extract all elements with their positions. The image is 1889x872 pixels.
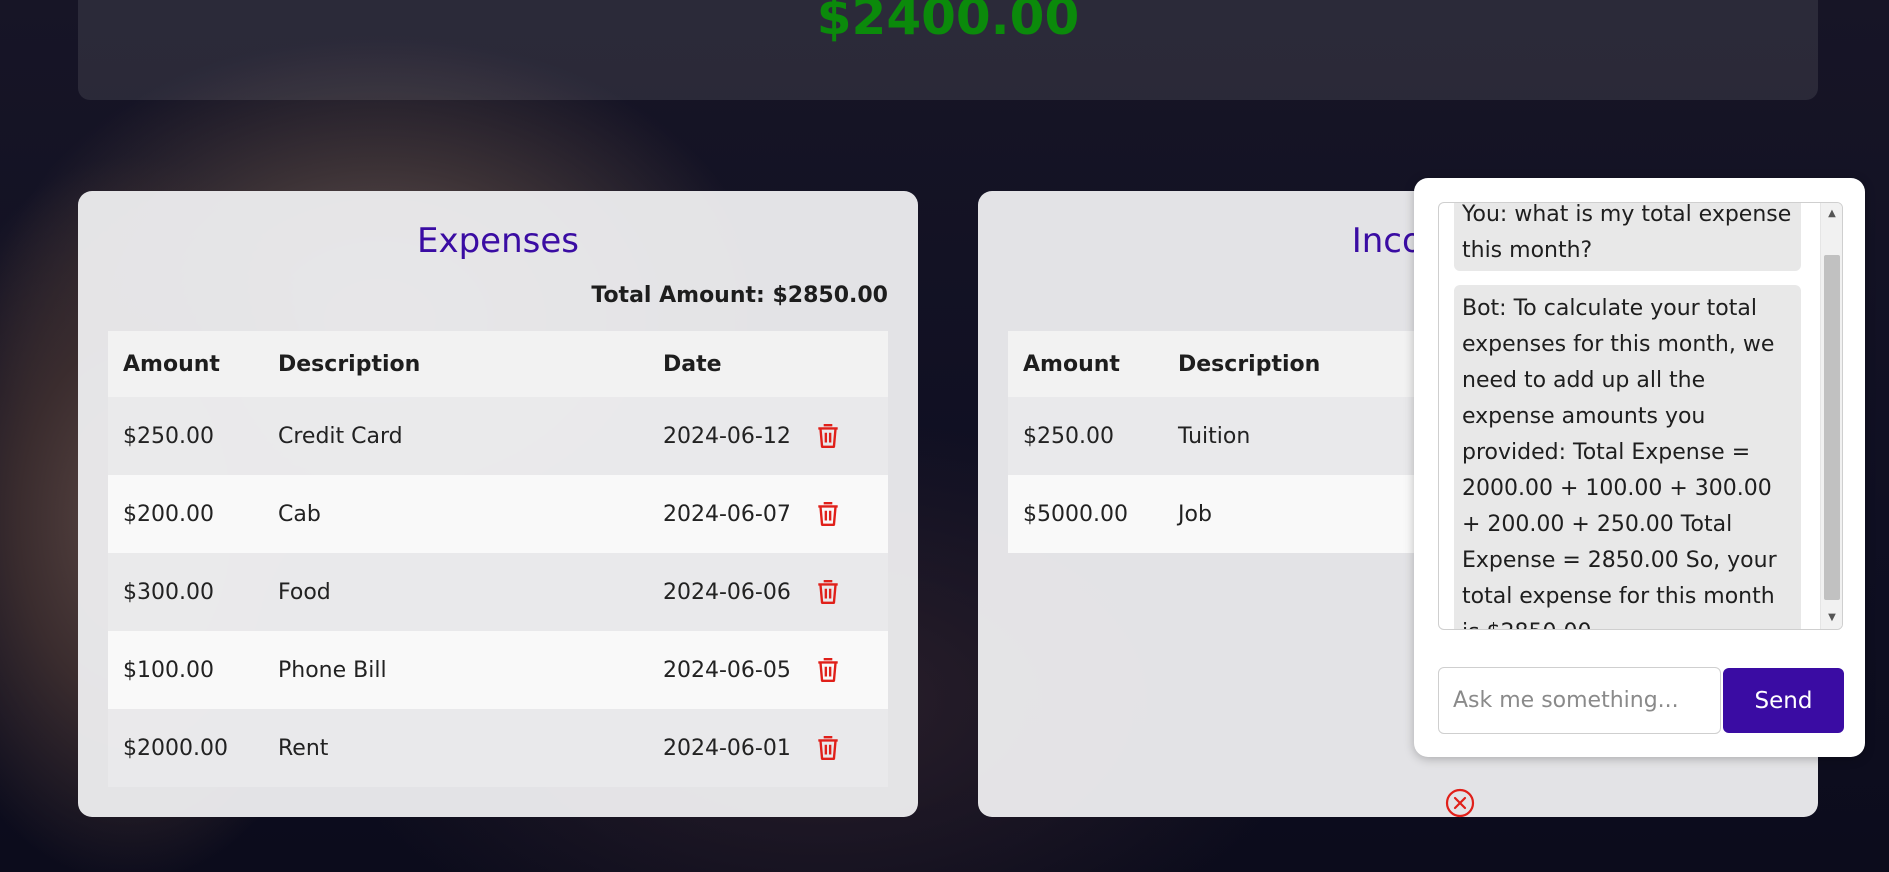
column-header-amount: Amount <box>108 331 263 397</box>
expense-date: 2024-06-01 <box>663 735 791 761</box>
scroll-down-arrow-icon[interactable]: ▼ <box>1821 607 1842 629</box>
scroll-up-arrow-icon[interactable]: ▲ <box>1821 203 1842 225</box>
expense-date: 2024-06-12 <box>663 423 791 449</box>
expenses-total-amount: Total Amount: $2850.00 <box>591 283 888 308</box>
expense-description: Food <box>263 553 648 631</box>
expense-amount: $100.00 <box>108 631 263 709</box>
chat-messages[interactable]: You: what is my total expense this month… <box>1438 202 1843 630</box>
table-row: $250.00 Credit Card 2024-06-12 <box>108 397 888 475</box>
delete-expense-button[interactable] <box>815 734 841 762</box>
trash-icon <box>818 424 838 448</box>
bot-message: Bot: To calculate your total expenses fo… <box>1454 285 1801 629</box>
close-circle-icon <box>1445 788 1475 818</box>
scrollbar-thumb[interactable] <box>1824 255 1840 600</box>
expense-date: 2024-06-07 <box>663 501 791 527</box>
income-amount: $5000.00 <box>1008 475 1163 553</box>
delete-expense-button[interactable] <box>815 422 841 450</box>
delete-expense-button[interactable] <box>815 578 841 606</box>
expense-description: Rent <box>263 709 648 787</box>
chat-scrollbar[interactable]: ▲ ▼ <box>1820 203 1842 629</box>
user-message: You: what is my total expense this month… <box>1454 203 1801 271</box>
expense-description: Phone Bill <box>263 631 648 709</box>
trash-icon <box>818 502 838 526</box>
column-header-date: Date <box>648 331 888 397</box>
expense-amount: $2000.00 <box>108 709 263 787</box>
delete-expense-button[interactable] <box>815 656 841 684</box>
expense-amount: $200.00 <box>108 475 263 553</box>
table-row: $100.00 Phone Bill 2024-06-05 <box>108 631 888 709</box>
table-row: $200.00 Cab 2024-06-07 <box>108 475 888 553</box>
column-header-amount: Amount <box>1008 331 1163 397</box>
expense-amount: $300.00 <box>108 553 263 631</box>
table-row: $2000.00 Rent 2024-06-01 <box>108 709 888 787</box>
expenses-table: Amount Description Date $250.00 Credit C… <box>108 331 888 787</box>
column-header-description: Description <box>263 331 648 397</box>
table-row: $300.00 Food 2024-06-06 <box>108 553 888 631</box>
chat-input[interactable] <box>1438 667 1721 734</box>
trash-icon <box>818 580 838 604</box>
expense-description: Cab <box>263 475 648 553</box>
expenses-panel: Expenses Total Amount: $2850.00 Amount D… <box>78 191 918 817</box>
expense-date: 2024-06-05 <box>663 657 791 683</box>
close-chat-button[interactable] <box>1445 788 1475 818</box>
expenses-table-header: Amount Description Date <box>108 331 888 397</box>
expense-date: 2024-06-06 <box>663 579 791 605</box>
trash-icon <box>818 658 838 682</box>
balance-card: $2400.00 <box>78 0 1818 100</box>
expense-description: Credit Card <box>263 397 648 475</box>
trash-icon <box>818 736 838 760</box>
chatbot-popup: You: what is my total expense this month… <box>1414 178 1865 757</box>
expense-amount: $250.00 <box>108 397 263 475</box>
delete-expense-button[interactable] <box>815 500 841 528</box>
income-amount: $250.00 <box>1008 397 1163 475</box>
expenses-title: Expenses <box>417 221 579 261</box>
balance-amount: $2400.00 <box>816 0 1080 46</box>
send-button[interactable]: Send <box>1723 668 1844 733</box>
